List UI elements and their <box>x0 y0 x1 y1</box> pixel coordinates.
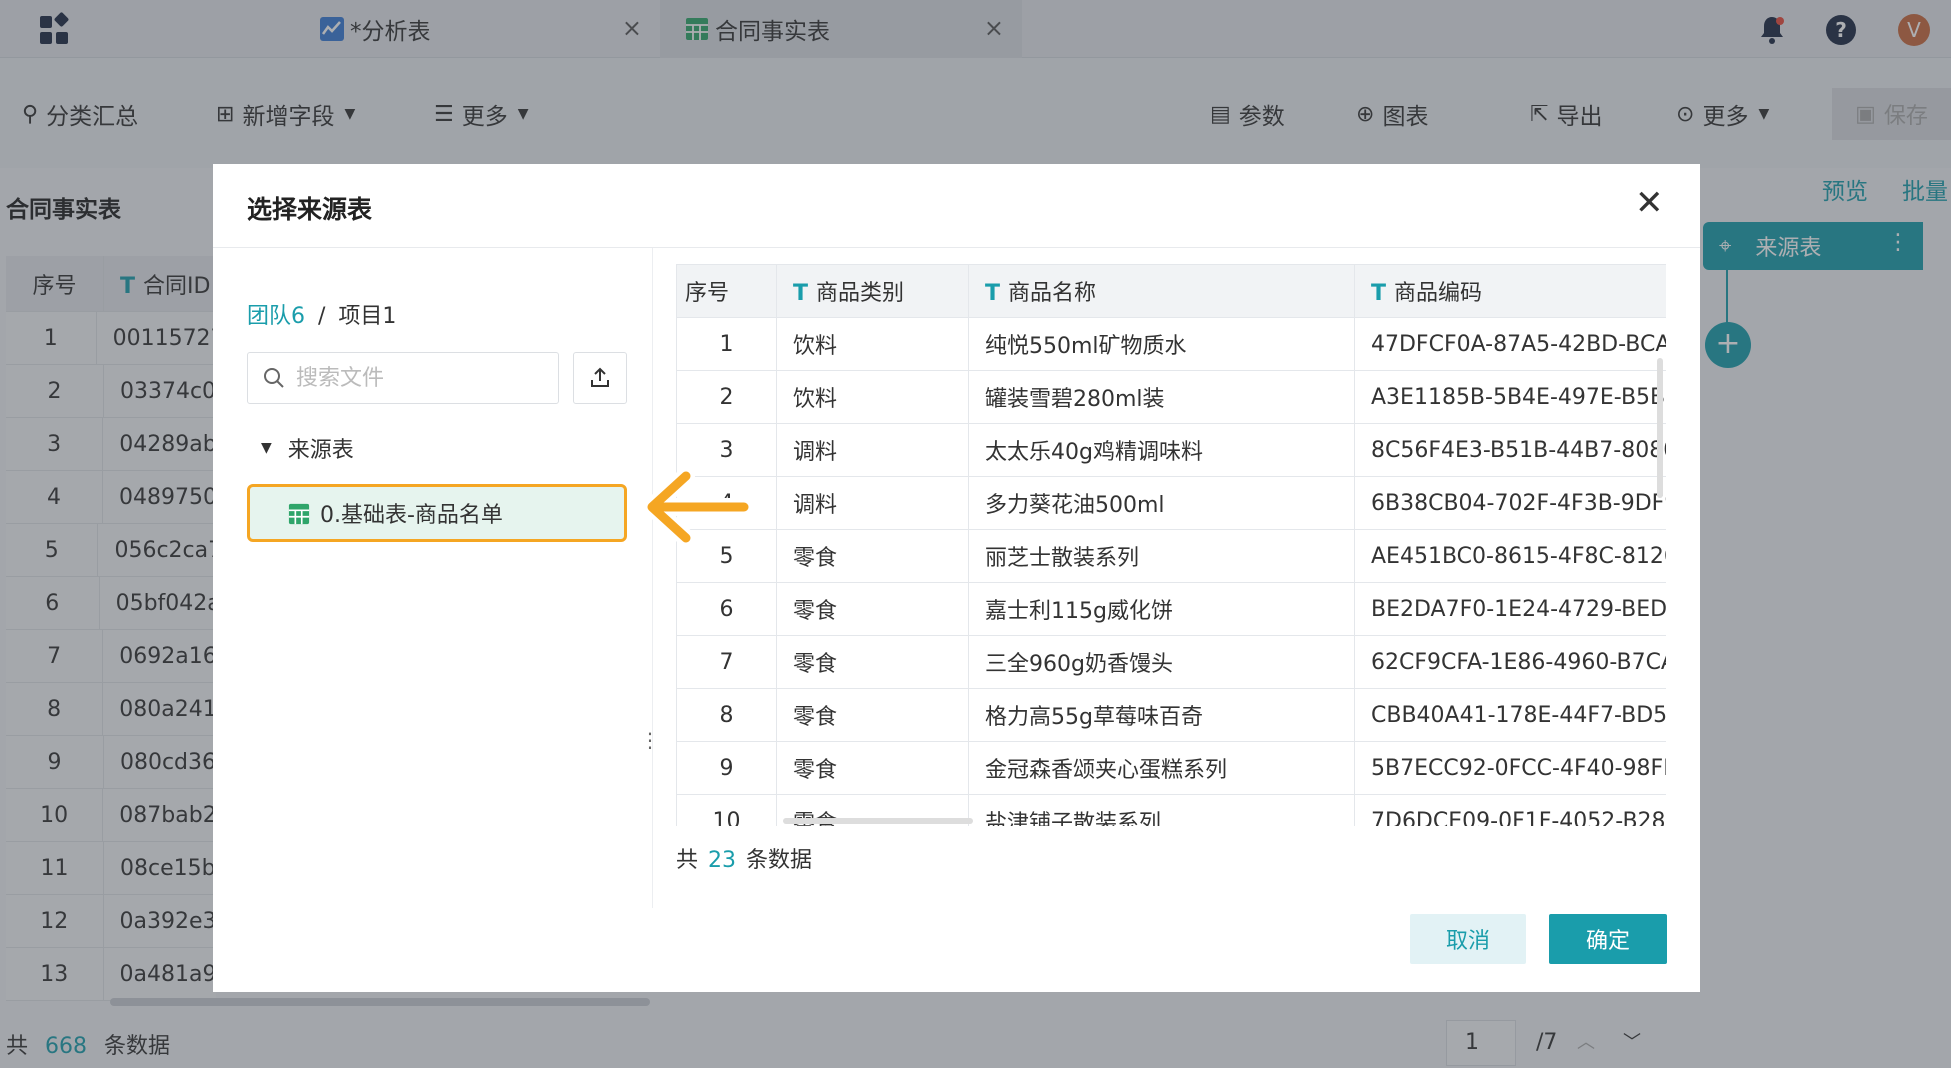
cancel-button[interactable]: 取消 <box>1410 914 1526 964</box>
confirm-button[interactable]: 确定 <box>1549 914 1667 964</box>
category-cell: 零食 <box>776 582 969 636</box>
category-cell: 零食 <box>776 741 969 795</box>
table-row[interactable]: 9 零食 金冠森香颂夹心蛋糕系列 5B7ECC92-0FCC-4F40-98FF <box>676 741 1666 795</box>
search-input[interactable] <box>296 361 546 395</box>
header-cell: T 商品编码 <box>1354 264 1666 318</box>
product-name-cell: 嘉士利115g威化饼 <box>968 582 1355 636</box>
tree-item-product-list[interactable]: 0.基础表-商品名单 <box>247 484 627 542</box>
table-row[interactable]: 6 零食 嘉士利115g威化饼 BE2DA7F0-1E24-4729-BED3 <box>676 582 1666 636</box>
row-number: 9 <box>676 741 777 795</box>
category-cell: 零食 <box>776 529 969 583</box>
caret-down-icon: ▼ <box>261 440 272 456</box>
dialog-header: 选择来源表 ✕ <box>213 164 1700 248</box>
table-grid-icon <box>288 503 310 525</box>
category-cell: 饮料 <box>776 370 969 424</box>
product-name-cell: 纯悦550ml矿物质水 <box>968 317 1355 371</box>
splitter-handle[interactable]: ⋮ <box>640 728 660 752</box>
product-code-cell: 47DFCF0A-87A5-42BD-BCA <box>1354 317 1666 371</box>
table-row[interactable]: 8 零食 格力高55g草莓味百奇 CBB40A41-178E-44F7-BD5E <box>676 688 1666 742</box>
product-name-cell: 格力高55g草莓味百奇 <box>968 688 1355 742</box>
tree-group-label: 来源表 <box>287 438 354 463</box>
breadcrumb-team[interactable]: 团队6 <box>247 304 305 329</box>
preview-table: 序号 T 商品类别 T 商品名称 T 商品编码 1 饮料 纯悦550ml矿物质水 47DFC… <box>676 264 1666 826</box>
table-row[interactable]: 7 零食 三全960g奶香馒头 62CF9CFA-1E86-4960-B7CA <box>676 635 1666 689</box>
breadcrumb-separator: / <box>318 304 326 329</box>
table-header-row: 序号 T 商品类别 T 商品名称 T 商品编码 <box>676 264 1666 318</box>
file-browser-panel: 团队6 / 项目1 ▼ 来源表 <box>213 248 653 908</box>
upload-button[interactable] <box>573 352 627 404</box>
product-name-cell: 太太乐40g鸡精调味料 <box>968 423 1355 477</box>
table-row[interactable]: 1 饮料 纯悦550ml矿物质水 47DFCF0A-87A5-42BD-BCA <box>676 317 1666 371</box>
category-cell: 调料 <box>776 423 969 477</box>
table-row[interactable]: 2 饮料 罐装雪碧280ml装 A3E1185B-5B4E-497E-B5B6 <box>676 370 1666 424</box>
header-cell: T 商品类别 <box>776 264 969 318</box>
row-number: 6 <box>676 582 777 636</box>
breadcrumb: 团队6 / 项目1 <box>247 298 396 330</box>
row-number: 7 <box>676 635 777 689</box>
product-code-cell: 62CF9CFA-1E86-4960-B7CA <box>1354 635 1666 689</box>
table-row[interactable]: 3 调料 太太乐40g鸡精调味料 8C56F4E3-B51B-44B7-8080 <box>676 423 1666 477</box>
product-code-cell: 8C56F4E3-B51B-44B7-8080 <box>1354 423 1666 477</box>
product-name-cell: 盐津铺子散装系列 <box>968 794 1355 826</box>
tree-group-source[interactable]: ▼ 来源表 <box>261 432 354 464</box>
product-code-cell: 7D6DCE09-0F1F-4052-B28A <box>1354 794 1666 826</box>
close-icon[interactable]: ✕ <box>1635 186 1664 220</box>
arrow-left-icon <box>643 467 753 547</box>
tree-item-label: 0.基础表-商品名单 <box>320 503 503 528</box>
select-source-dialog: 选择来源表 ✕ 团队6 / 项目1 ▼ 来源表 0.基础表-商品名单 ⋮ <box>213 164 1700 992</box>
search-icon <box>264 368 284 388</box>
product-name-cell: 三全960g奶香馒头 <box>968 635 1355 689</box>
product-name-cell: 多力葵花油500ml <box>968 476 1355 530</box>
product-code-cell: A3E1185B-5B4E-497E-B5B6 <box>1354 370 1666 424</box>
row-count: 共 23 条数据 <box>676 848 813 873</box>
product-name-cell: 金冠森香颂夹心蛋糕系列 <box>968 741 1355 795</box>
upload-icon <box>591 367 609 387</box>
breadcrumb-project: 项目1 <box>338 304 397 329</box>
header-cell: T 商品名称 <box>968 264 1355 318</box>
table-row[interactable]: 5 零食 丽芝士散装系列 AE451BC0-8615-4F8C-8126 <box>676 529 1666 583</box>
product-code-cell: 6B38CB04-702F-4F3B-9DF9 <box>1354 476 1666 530</box>
product-name-cell: 罐装雪碧280ml装 <box>968 370 1355 424</box>
category-cell: 零食 <box>776 635 969 689</box>
product-code-cell: AE451BC0-8615-4F8C-8126 <box>1354 529 1666 583</box>
product-code-cell: CBB40A41-178E-44F7-BD5E <box>1354 688 1666 742</box>
horizontal-scrollbar[interactable] <box>783 818 973 824</box>
search-box <box>247 352 559 404</box>
product-name-cell: 丽芝士散装系列 <box>968 529 1355 583</box>
row-number: 10 <box>676 794 777 826</box>
category-cell: 零食 <box>776 688 969 742</box>
category-cell: 调料 <box>776 476 969 530</box>
row-number: 1 <box>676 317 777 371</box>
header-cell: 序号 <box>676 264 777 318</box>
row-number: 2 <box>676 370 777 424</box>
product-code-cell: 5B7ECC92-0FCC-4F40-98FF <box>1354 741 1666 795</box>
vertical-scrollbar[interactable] <box>1657 358 1663 498</box>
table-row[interactable]: 4调料多力葵花油500ml6B38CB04-702F-4F3B-9DF9 <box>676 476 1666 530</box>
row-number: 8 <box>676 688 777 742</box>
category-cell: 饮料 <box>776 317 969 371</box>
product-code-cell: BE2DA7F0-1E24-4729-BED3 <box>1354 582 1666 636</box>
dialog-title: 选择来源表 <box>247 195 373 224</box>
